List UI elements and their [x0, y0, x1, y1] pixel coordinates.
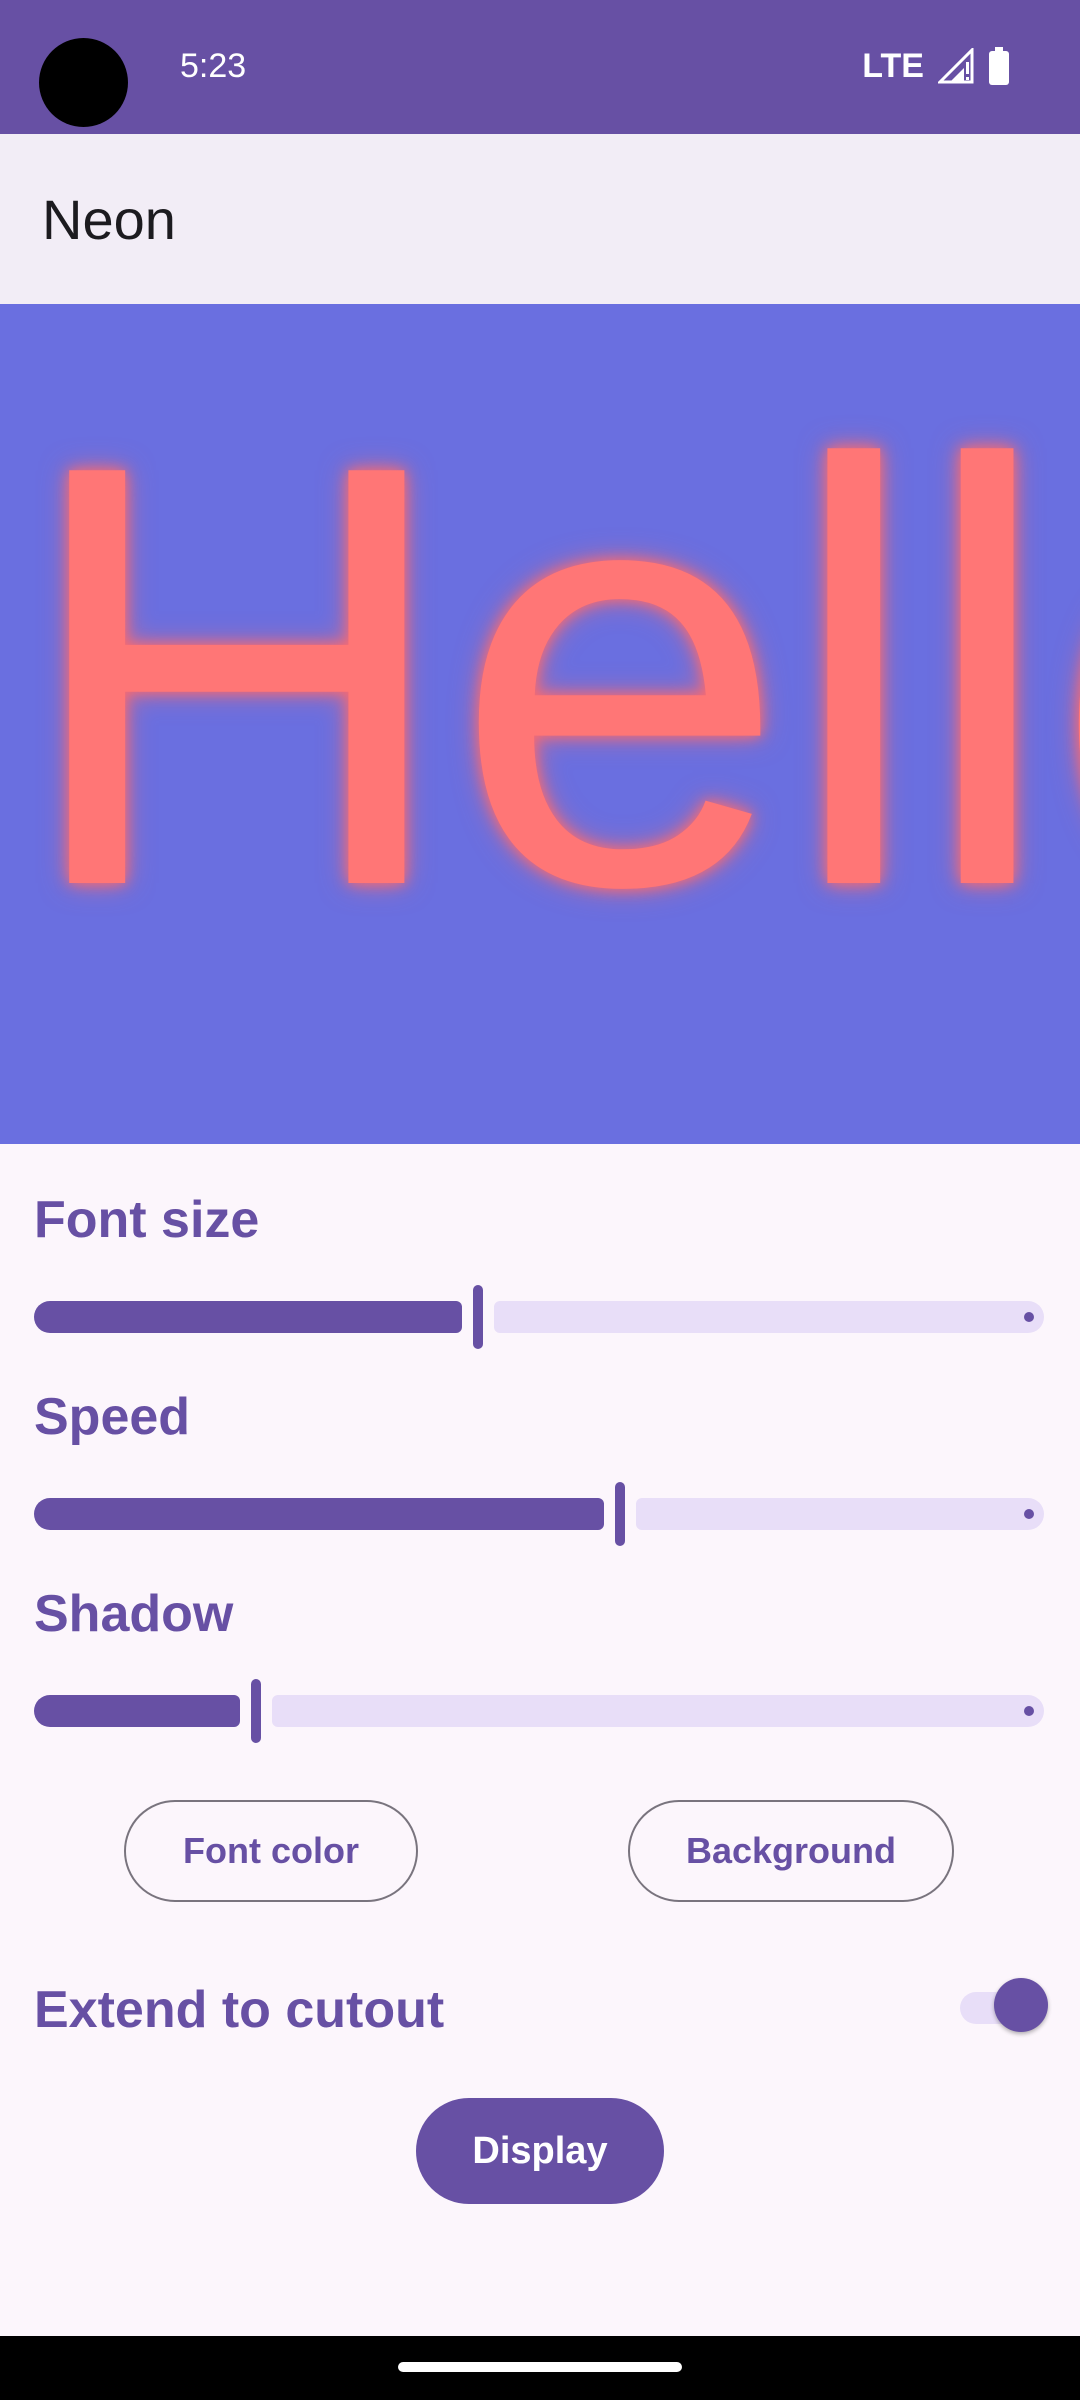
slider-inactive-track — [272, 1695, 1044, 1727]
shadow-slider[interactable] — [34, 1676, 1044, 1746]
neon-preview-text: Hello — [20, 341, 1080, 1011]
display-button[interactable]: Display — [416, 2098, 664, 2204]
slider-inactive-track — [636, 1498, 1044, 1530]
slider-stop-indicator — [1024, 1509, 1034, 1519]
slider-inactive-track — [494, 1301, 1044, 1333]
app-title: Neon — [42, 188, 176, 251]
status-time: 5:23 — [180, 47, 247, 85]
battery-icon — [988, 47, 1010, 85]
network-type: LTE — [862, 47, 924, 85]
slider-thumb[interactable] — [473, 1285, 483, 1349]
app-bar: Neon — [0, 134, 1080, 304]
extend-to-cutout-label: Extend to cutout — [34, 1981, 445, 2039]
speed-slider[interactable] — [34, 1479, 1044, 1549]
switch-thumb — [994, 1978, 1048, 2032]
slider-stop-indicator — [1024, 1706, 1034, 1716]
slider-thumb[interactable] — [251, 1679, 261, 1743]
signal-icon — [938, 48, 974, 84]
slider-thumb[interactable] — [615, 1482, 625, 1546]
status-bar: 5:23 LTE — [0, 0, 1080, 134]
slider-active-track — [34, 1301, 462, 1333]
slider-active-track — [34, 1498, 604, 1530]
slider-stop-indicator — [1024, 1312, 1034, 1322]
slider-active-track — [34, 1695, 240, 1727]
font-size-label: Font size — [34, 1191, 260, 1249]
navigation-bar — [0, 2336, 1080, 2400]
home-gesture-handle[interactable] — [398, 2362, 682, 2372]
font-size-slider[interactable] — [34, 1282, 1044, 1352]
neon-preview[interactable]: Hello — [0, 304, 1080, 1144]
font-color-button[interactable]: Font color — [124, 1800, 418, 1902]
speed-label: Speed — [34, 1388, 191, 1446]
extend-to-cutout-switch[interactable] — [960, 1978, 1048, 2032]
shadow-label: Shadow — [34, 1585, 234, 1643]
background-button[interactable]: Background — [628, 1800, 954, 1902]
status-icons: LTE — [862, 44, 1010, 88]
camera-cutout — [39, 38, 128, 127]
